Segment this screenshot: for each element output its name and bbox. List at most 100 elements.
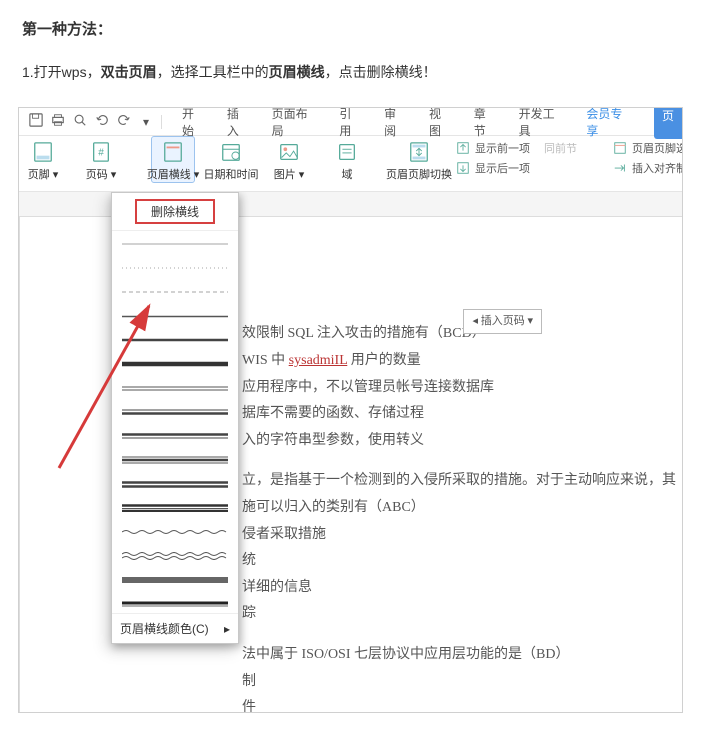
label: 日期和时间 — [204, 166, 259, 182]
doc-line: 踪 — [242, 601, 672, 628]
footer-button[interactable]: 页脚 ▾ — [21, 136, 65, 182]
text-bold: 页眉横线 — [269, 64, 325, 80]
screenshot: ▾ 开始 插入 页面布局 引用 审阅 视图 章节 开发工具 会员专享 页 页脚 … — [18, 107, 683, 713]
doc-line: 据库不需要的函数、存储过程 — [242, 401, 672, 428]
footer-icon — [31, 140, 55, 164]
highlight-box: 删除横线 — [135, 199, 215, 224]
redo-icon[interactable] — [113, 113, 135, 130]
tab-chapter[interactable]: 章节 — [474, 107, 497, 139]
text: ，选择工具栏中的 — [157, 64, 269, 80]
insert-pagenum-button[interactable]: ◂ 插入页码 ▾ — [463, 309, 542, 334]
line-style[interactable] — [122, 383, 228, 393]
header-line-dropdown: 删除横线 页眉横线颜色(C) — [111, 192, 239, 644]
text: 1.打开wps， — [22, 64, 101, 80]
document-area: 页眉 ◂ 插入页码 ▾ 效限制 SQL 注入攻击的措施有（BCD） WIS 中 … — [19, 192, 682, 712]
header-line-icon — [161, 140, 185, 164]
tab-start[interactable]: 开始 — [182, 107, 205, 139]
line-style[interactable] — [122, 455, 228, 465]
line-style[interactable] — [122, 599, 228, 609]
nav-group: 显示前一项 显示后一项 — [455, 136, 530, 176]
preview-icon[interactable] — [69, 113, 91, 130]
doc-line: 统 — [242, 548, 672, 575]
hf-options-button[interactable]: 页眉页脚选项 — [612, 140, 683, 156]
line-style[interactable] — [122, 551, 228, 561]
doc-line: 立，是指基于一个检测到的入侵所采取的措施。对于主动响应来说，其 — [242, 468, 672, 495]
next-icon — [455, 160, 471, 176]
ribbon: 页脚 ▾ # 页码 ▾ 页眉横线 ▾ 日期和时间 图片 ▾ 域 页眉页脚切换 — [19, 136, 682, 192]
doc-line: 件 — [242, 695, 672, 712]
line-style[interactable] — [122, 503, 228, 513]
pagenum-icon: # — [89, 140, 113, 164]
chevron-right-icon: ▸ — [224, 622, 230, 636]
tab-insert[interactable]: 插入 — [227, 107, 250, 139]
samesec-group: 同前节 — [544, 136, 584, 156]
print-icon[interactable] — [47, 113, 69, 130]
instruction-line: 1.打开wps，双击页眉，选择工具栏中的页眉横线，点击删除横线！ — [22, 61, 679, 83]
text: ，点击删除横线！ — [325, 64, 437, 80]
doc-line: 法中属于 ISO/OSI 七层协议中应用层功能的是（BD） — [242, 642, 672, 669]
options-group: 页眉页脚选项 插入对齐制表位 — [612, 136, 683, 176]
dropdown-icon[interactable]: ▾ — [135, 115, 157, 129]
header-line-color-item[interactable]: 页眉横线颜色(C) ▸ — [112, 613, 238, 643]
tab-dev[interactable]: 开发工具 — [519, 107, 565, 139]
label: 页码 ▾ — [86, 166, 117, 182]
doc-line: 应用程序中，不以管理员帐号连接数据库 — [242, 375, 672, 402]
doc-line: 详细的信息 — [242, 575, 672, 602]
text-bold: 双击页眉 — [101, 64, 157, 80]
doc-line: 侵者采取措施 — [242, 522, 672, 549]
show-next-button[interactable]: 显示后一项 — [455, 160, 530, 176]
save-icon[interactable] — [25, 113, 47, 130]
doc-line: 施可以归入的类别有（ABC） — [242, 495, 672, 522]
field-button[interactable]: 域 — [325, 136, 369, 182]
doc-line: 效限制 SQL 注入攻击的措施有（BCD） — [242, 321, 672, 348]
undo-icon[interactable] — [91, 113, 113, 130]
line-style[interactable] — [122, 311, 228, 321]
label: 图片 ▾ — [274, 166, 305, 182]
line-style[interactable] — [122, 407, 228, 417]
section-heading: 第一种方法： — [22, 18, 679, 39]
line-style[interactable] — [122, 527, 228, 537]
prev-icon — [455, 140, 471, 156]
ribbon-tabs: 开始 插入 页面布局 引用 审阅 视图 章节 开发工具 会员专享 页 — [166, 107, 676, 139]
picture-button[interactable]: 图片 ▾ — [267, 136, 311, 182]
label: 域 — [342, 166, 353, 182]
line-style[interactable] — [122, 335, 228, 345]
field-icon — [335, 140, 359, 164]
tab-vip[interactable]: 会员专享 — [586, 107, 632, 139]
pagenum-button[interactable]: # 页码 ▾ — [79, 136, 123, 182]
show-prev-button[interactable]: 显示前一项 — [455, 140, 530, 156]
line-style[interactable] — [122, 359, 228, 369]
tab-ref[interactable]: 引用 — [339, 107, 362, 139]
line-style[interactable] — [122, 263, 228, 273]
line-style[interactable] — [122, 575, 228, 585]
tab-view[interactable]: 视图 — [429, 107, 452, 139]
options-icon — [612, 140, 628, 156]
line-style[interactable] — [122, 239, 228, 249]
label: 页眉横线颜色(C) — [120, 620, 209, 637]
doc-line: 制 — [242, 669, 672, 696]
calendar-icon — [219, 140, 243, 164]
tab-icon — [612, 160, 628, 176]
image-icon — [277, 140, 301, 164]
tab-review[interactable]: 审阅 — [384, 107, 407, 139]
same-section-button: 同前节 — [544, 140, 584, 156]
tab-header-footer[interactable]: 页 — [654, 107, 682, 139]
switch-icon — [407, 140, 431, 164]
doc-line: 入的字符串型参数，使用转义 — [242, 428, 672, 455]
line-styles-list — [112, 231, 238, 613]
switch-button[interactable]: 页眉页脚切换 — [397, 136, 441, 182]
quick-access-toolbar: ▾ 开始 插入 页面布局 引用 审阅 视图 章节 开发工具 会员专享 页 — [19, 108, 682, 136]
tab-layout[interactable]: 页面布局 — [272, 107, 318, 139]
line-style[interactable] — [122, 431, 228, 441]
header-line-button[interactable]: 页眉横线 ▾ — [151, 136, 195, 183]
label: 页脚 ▾ — [28, 166, 59, 182]
line-style[interactable] — [122, 479, 228, 489]
label: 页眉页脚切换 — [386, 166, 452, 182]
datetime-button[interactable]: 日期和时间 — [209, 136, 253, 182]
insert-tab-button[interactable]: 插入对齐制表位 — [612, 160, 683, 176]
doc-line: WIS 中 sysadmiIL 用户的数量 — [242, 348, 672, 375]
line-style[interactable] — [122, 287, 228, 297]
label: 页眉横线 ▾ — [147, 166, 200, 182]
svg-text:#: # — [98, 148, 104, 159]
delete-header-line-item[interactable]: 删除横线 — [112, 193, 238, 231]
